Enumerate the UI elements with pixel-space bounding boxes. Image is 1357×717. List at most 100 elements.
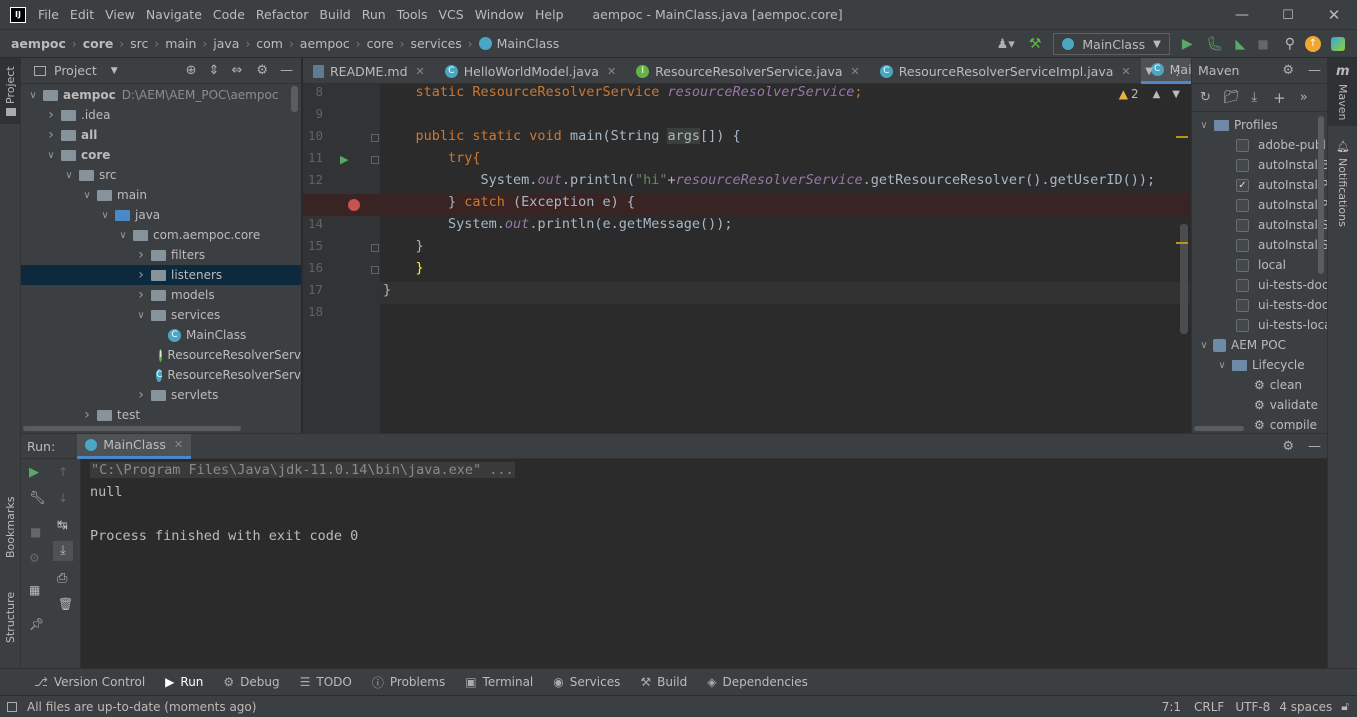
- tree-item[interactable]: ∨ aempoc D:\AEM\AEM_POC\aempoc: [21, 85, 301, 105]
- pin-icon[interactable]: 📌︎: [29, 617, 44, 631]
- menu-vcs[interactable]: VCS: [439, 7, 464, 22]
- maven-item[interactable]: autoInstallBun: [1192, 155, 1327, 175]
- run-gutter-icon[interactable]: ▶: [340, 153, 348, 166]
- tree-item[interactable]: ∨ com.aempoc.core: [21, 225, 301, 245]
- project-tool-tab[interactable]: Project: [0, 58, 21, 124]
- tree-item[interactable]: ∨ src: [21, 165, 301, 185]
- editor-tab[interactable]: C ResourceResolverServiceImpl.java ✕: [870, 58, 1141, 84]
- maven-item[interactable]: adobe-public: [1192, 135, 1327, 155]
- tree-item[interactable]: C ResourceResolverServ: [21, 365, 301, 385]
- notifications-tool-tab[interactable]: 🔔︎ Notifications: [1328, 136, 1357, 227]
- project-scrollbar[interactable]: [291, 86, 298, 112]
- warning-marker[interactable]: [1176, 136, 1188, 138]
- trash-icon[interactable]: 🗑︎: [58, 597, 73, 611]
- maven-item[interactable]: ∨ Lifecycle: [1192, 355, 1327, 375]
- coverage-icon[interactable]: ◣: [1235, 37, 1245, 52]
- tree-item[interactable]: › servlets: [21, 385, 301, 405]
- chevron-down-icon[interactable]: ∨: [1198, 340, 1210, 351]
- breadcrumb-item[interactable]: java: [213, 36, 239, 51]
- tree-item[interactable]: C MainClass: [21, 325, 301, 345]
- maven-item[interactable]: autoInstallPac: [1192, 195, 1327, 215]
- breadcrumb-item[interactable]: aempoc: [11, 36, 66, 51]
- chevron-right-icon[interactable]: ›: [45, 107, 57, 123]
- tool-window-todo[interactable]: ☰ TODO: [300, 675, 352, 689]
- chevron-down-icon[interactable]: ▼: [111, 66, 118, 76]
- caret-position[interactable]: 7:1: [1162, 700, 1181, 714]
- tab-menu-icon[interactable]: ⋮: [1171, 64, 1184, 79]
- chevron-down-icon[interactable]: ∨: [1198, 120, 1210, 131]
- breadcrumb-item[interactable]: src: [130, 36, 148, 51]
- status-toggle-icon[interactable]: [7, 701, 17, 712]
- breadcrumb-item[interactable]: main: [165, 36, 196, 51]
- tree-item[interactable]: I ResourceResolverServ: [21, 345, 301, 365]
- hide-panel-icon[interactable]: —: [280, 63, 293, 78]
- restore-layout-icon[interactable]: ⚙: [29, 551, 40, 565]
- rerun-icon[interactable]: ▶: [29, 465, 39, 480]
- chevron-down-icon[interactable]: ▼: [1145, 66, 1153, 77]
- breadcrumb-item[interactable]: services: [410, 36, 461, 51]
- tool-window-version-control[interactable]: ⎇ Version Control: [34, 675, 145, 689]
- tool-window-problems[interactable]: ⓘ Problems: [372, 674, 445, 691]
- maven-item[interactable]: ∨ Profiles: [1192, 115, 1327, 135]
- profile-checkbox[interactable]: [1236, 198, 1249, 212]
- build-hammer-icon[interactable]: ⚒: [1029, 36, 1042, 52]
- tree-item[interactable]: › listeners: [21, 265, 301, 285]
- prev-highlight-icon[interactable]: ▲: [1153, 89, 1161, 100]
- stop-icon[interactable]: ■: [1257, 37, 1268, 51]
- run-icon[interactable]: ▶: [1182, 36, 1193, 52]
- maven-item[interactable]: ∨ AEM POC: [1192, 335, 1327, 355]
- menu-refactor[interactable]: Refactor: [256, 7, 308, 22]
- soft-wrap-icon[interactable]: ↹: [57, 518, 68, 533]
- maven-item[interactable]: local: [1192, 255, 1327, 275]
- locate-icon[interactable]: ⊕: [186, 63, 197, 78]
- tree-item[interactable]: ∨ core: [21, 145, 301, 165]
- structure-tool-tab[interactable]: Structure: [0, 588, 21, 663]
- profile-checkbox[interactable]: [1236, 138, 1249, 152]
- maven-scrollbar[interactable]: [1318, 116, 1324, 274]
- profile-checkbox[interactable]: [1236, 218, 1249, 232]
- tree-item[interactable]: › models: [21, 285, 301, 305]
- tool-window-run[interactable]: ▶ Run: [165, 675, 203, 689]
- chevron-right-icon[interactable]: ›: [135, 267, 147, 283]
- tree-item[interactable]: › .idea: [21, 105, 301, 125]
- chevron-right-icon[interactable]: ›: [135, 247, 147, 263]
- layout-icon[interactable]: ▦: [29, 583, 40, 597]
- chevron-down-icon[interactable]: ∨: [99, 210, 111, 221]
- tree-item[interactable]: ∨ services: [21, 305, 301, 325]
- menu-navigate[interactable]: Navigate: [146, 7, 202, 22]
- warning-marker[interactable]: [1176, 242, 1188, 244]
- run-config-select[interactable]: MainClass ▼: [1053, 33, 1170, 55]
- update-icon[interactable]: ↑: [1305, 36, 1321, 52]
- profile-checkbox[interactable]: [1236, 238, 1249, 252]
- menu-tools[interactable]: Tools: [397, 7, 428, 22]
- next-highlight-icon[interactable]: ▼: [1172, 89, 1180, 100]
- close-icon[interactable]: ✕: [174, 438, 183, 451]
- chevron-down-icon[interactable]: ∨: [27, 90, 39, 101]
- gear-icon[interactable]: ⚙: [1282, 63, 1294, 78]
- maven-item[interactable]: ✓ autoInstallPac: [1192, 175, 1327, 195]
- close-icon[interactable]: ✕: [1121, 65, 1130, 78]
- project-hscrollbar[interactable]: [23, 426, 241, 431]
- chevron-down-icon[interactable]: ∨: [1216, 360, 1228, 371]
- breadcrumb-item[interactable]: aempoc: [300, 36, 350, 51]
- chevron-down-icon[interactable]: ∨: [117, 230, 129, 241]
- maven-item[interactable]: autoInstallSing: [1192, 235, 1327, 255]
- menu-build[interactable]: Build: [319, 7, 350, 22]
- menu-file[interactable]: File: [38, 7, 59, 22]
- breadcrumb-item[interactable]: core: [83, 36, 114, 51]
- scroll-to-end-icon[interactable]: ⤓: [53, 541, 73, 561]
- profile-checkbox[interactable]: [1236, 298, 1249, 312]
- hide-panel-icon[interactable]: —: [1308, 439, 1321, 454]
- breadcrumb-item[interactable]: core: [367, 36, 394, 51]
- maven-item[interactable]: ui-tests-docke: [1192, 295, 1327, 315]
- chevron-right-icon[interactable]: ›: [45, 127, 57, 143]
- profile-checkbox[interactable]: [1236, 158, 1249, 172]
- reload-icon[interactable]: ↻: [1200, 90, 1211, 105]
- maven-item[interactable]: autoInstallSing: [1192, 215, 1327, 235]
- breakpoint-icon[interactable]: [348, 199, 360, 211]
- search-icon[interactable]: ⚲: [1285, 36, 1295, 52]
- menu-code[interactable]: Code: [213, 7, 245, 22]
- menu-view[interactable]: View: [105, 7, 135, 22]
- profile-checkbox[interactable]: [1236, 258, 1249, 272]
- maven-item[interactable]: ui-tests-docke: [1192, 275, 1327, 295]
